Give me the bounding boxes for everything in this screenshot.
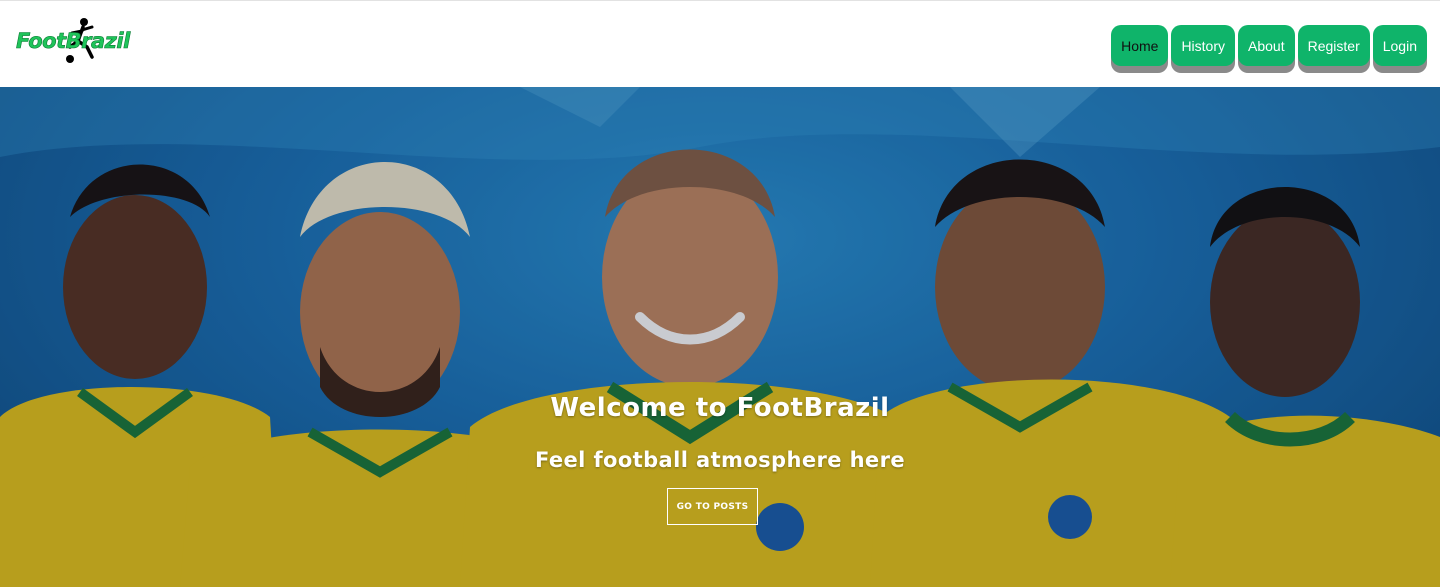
top-navbar: FootBrazil Home History About Register L… <box>0 0 1440 87</box>
brand-logo-link[interactable]: FootBrazil <box>16 17 140 67</box>
hero-title: Welcome to FootBrazil <box>550 393 890 423</box>
nav-login-button[interactable]: Login <box>1372 25 1427 66</box>
hero-section: Welcome to FootBrazil Feel football atmo… <box>0 87 1440 587</box>
nav-home-button[interactable]: Home <box>1111 25 1169 66</box>
brand-name: FootBrazil <box>16 29 131 54</box>
nav-register-button[interactable]: Register <box>1297 25 1370 66</box>
main-nav: Home History About Register Login <box>1111 25 1427 66</box>
nav-about-button[interactable]: About <box>1238 25 1295 66</box>
go-to-posts-button[interactable]: GO TO POSTS <box>667 488 758 525</box>
nav-history-button[interactable]: History <box>1171 25 1235 66</box>
hero-subtitle: Feel football atmosphere here <box>535 448 905 472</box>
